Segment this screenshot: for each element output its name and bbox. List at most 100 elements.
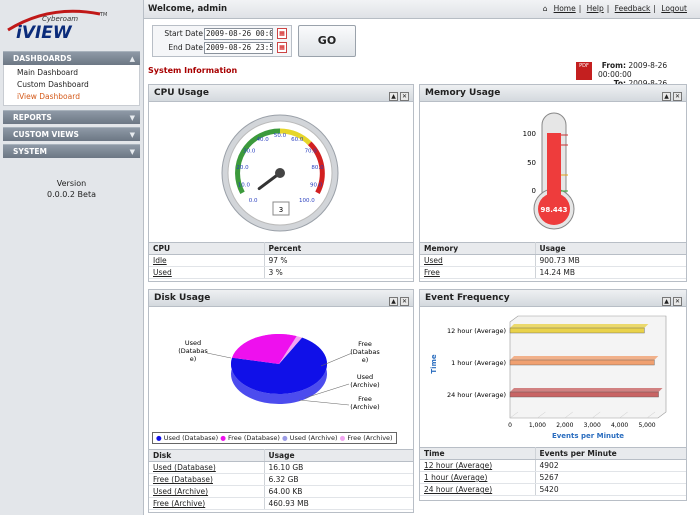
table-row: 12 hour (Average) 4902 bbox=[420, 459, 686, 472]
end-date-input[interactable]: 2009-08-26 23:59:59 bbox=[204, 42, 273, 54]
event-row-link[interactable]: 24 hour (Average) bbox=[420, 483, 536, 496]
close-icon[interactable]: ✕ bbox=[673, 92, 682, 101]
start-date-input[interactable]: 2009-08-26 00:00:00 bbox=[204, 28, 273, 40]
disk-panel: Disk Usage ▲ ✕ Used (Databas e) Free (Dat… bbox=[148, 289, 414, 513]
disk-panel-header: Disk Usage ▲ ✕ bbox=[149, 290, 413, 307]
pdf-export-icon[interactable]: PDF bbox=[576, 62, 592, 80]
pie-label: Used bbox=[357, 373, 373, 381]
go-button[interactable]: GO bbox=[298, 25, 356, 57]
sidebar-section-custom-views[interactable]: CUSTOM VIEWS ▼ bbox=[3, 127, 140, 141]
gauge-tick-label: 10.0 bbox=[238, 183, 251, 189]
table-row: Used 3 % bbox=[149, 266, 413, 279]
version-info: Version 0.0.0.2 Beta bbox=[0, 178, 143, 200]
event-bar-chart: 12 hour (Average) 1 hour (Average) 24 hour… bbox=[430, 315, 667, 440]
sidebar-item-main-dashboard[interactable]: Main Dashboard bbox=[17, 67, 139, 79]
disk-row-link[interactable]: Used (Database) bbox=[149, 461, 265, 474]
maximize-icon[interactable]: ▲ bbox=[389, 297, 398, 306]
logo[interactable]: Cyberoam iVIEW TM bbox=[0, 0, 143, 46]
legend-item: ● Used (Archive) bbox=[282, 434, 338, 442]
maximize-icon[interactable]: ▲ bbox=[662, 92, 671, 101]
event-row-link[interactable]: 1 hour (Average) bbox=[420, 471, 536, 484]
cpu-panel: CPU Usage ▲ ✕ 0.0 10.0 20.0 30.0 40.0 50.0 60.0… bbox=[148, 84, 414, 282]
memory-panel-header: Memory Usage ▲ ✕ bbox=[420, 85, 686, 102]
bar-top bbox=[510, 356, 659, 360]
pie-label: Free bbox=[358, 340, 372, 348]
table-row: Used 900.73 MB bbox=[420, 254, 686, 267]
gauge-tick-label: 70.0 bbox=[305, 149, 318, 155]
memory-panel: Memory Usage ▲ ✕ 100 50 0 98.443 Memory Us… bbox=[419, 84, 687, 282]
event-bar bbox=[509, 327, 645, 334]
disk-row-link[interactable]: Free (Archive) bbox=[149, 497, 265, 510]
top-bar: Welcome, admin ⌂ Home | Help | Feedback | Lo… bbox=[144, 0, 700, 19]
col-header: CPU bbox=[149, 242, 265, 255]
logout-link[interactable]: Logout bbox=[661, 4, 687, 13]
table-cell: 900.73 MB bbox=[535, 254, 686, 267]
table-cell: 5420 bbox=[535, 483, 686, 496]
y-tick-label: 12 hour (Average) bbox=[447, 327, 506, 335]
help-link[interactable]: Help bbox=[587, 4, 604, 13]
gauge-tick-label: 90.0 bbox=[310, 183, 323, 189]
gauge-tick-label: 80.0 bbox=[311, 165, 324, 171]
disk-row-link[interactable]: Used (Archive) bbox=[149, 485, 265, 498]
svg-text:TM: TM bbox=[99, 12, 107, 18]
table-cell: 6.32 GB bbox=[264, 473, 413, 486]
gauge-tick-label: 100.0 bbox=[299, 198, 315, 204]
feedback-link[interactable]: Feedback bbox=[615, 4, 651, 13]
home-icon[interactable]: ⌂ bbox=[543, 4, 548, 13]
table-row: Idle 97 % bbox=[149, 254, 413, 267]
table-cell: 64.00 KB bbox=[264, 485, 413, 498]
pie-label: e) bbox=[190, 355, 197, 363]
gauge-value: 3 bbox=[279, 206, 283, 214]
maximize-icon[interactable]: ▲ bbox=[662, 297, 671, 306]
close-icon[interactable]: ✕ bbox=[673, 297, 682, 306]
cpu-idle-link[interactable]: Idle bbox=[149, 254, 265, 267]
col-header: Events per Minute bbox=[535, 447, 686, 460]
pie-label: Used bbox=[185, 339, 201, 347]
sidebar-section-system[interactable]: SYSTEM ▼ bbox=[3, 144, 140, 158]
x-tick-label: 3,000 bbox=[584, 422, 601, 429]
table-cell: 97 % bbox=[264, 254, 413, 267]
cpu-table: CPU Percent Idle 97 % Used 3 % bbox=[149, 242, 413, 279]
table-cell: 3 % bbox=[264, 266, 413, 279]
sidebar-section-dashboards[interactable]: DASHBOARDS ▲ bbox=[3, 51, 140, 65]
calendar-icon[interactable]: ▦ bbox=[277, 28, 287, 39]
table-cell: 14.24 MB bbox=[535, 266, 686, 279]
sidebar: Cyberoam iVIEW TM DASHBOARDS ▲ Main Dashb… bbox=[0, 0, 144, 515]
home-link[interactable]: Home bbox=[554, 4, 576, 13]
date-filter: Start Date 2009-08-26 00:00:00 ▦ End Dat… bbox=[152, 25, 292, 57]
memory-used-link[interactable]: Used bbox=[420, 254, 536, 267]
pie-label: (Archive) bbox=[350, 381, 379, 389]
maximize-icon[interactable]: ▲ bbox=[389, 92, 398, 101]
memory-free-link[interactable]: Free bbox=[420, 266, 536, 279]
chevron-down-icon: ▼ bbox=[129, 148, 135, 156]
col-header: Usage bbox=[535, 242, 686, 255]
disk-row-link[interactable]: Free (Database) bbox=[149, 473, 265, 486]
chevron-down-icon: ▼ bbox=[129, 114, 135, 122]
bar-top bbox=[510, 388, 663, 392]
memory-table: Memory Usage Used 900.73 MB Free 14.24 MB bbox=[420, 242, 686, 279]
y-tick-label: 24 hour (Average) bbox=[447, 391, 506, 399]
cpu-used-link[interactable]: Used bbox=[149, 266, 265, 279]
sidebar-item-custom-dashboard[interactable]: Custom Dashboard bbox=[17, 79, 139, 91]
cpu-panel-title: CPU Usage bbox=[154, 88, 209, 98]
disk-pie-chart: Used (Databas e) Free (Databas e) Used (… bbox=[178, 334, 380, 411]
event-table: Time Events per Minute 12 hour (Average) 4… bbox=[420, 447, 686, 496]
table-row: Free 14.24 MB bbox=[420, 266, 686, 279]
dashboard-submenu: Main Dashboard Custom Dashboard iView Da… bbox=[3, 65, 140, 106]
cpu-gauge: 0.0 10.0 20.0 30.040.0 50.0 60.070.0 80.0 90.0 1… bbox=[221, 114, 339, 232]
thermo-tick: 0 bbox=[532, 187, 536, 195]
legend-item: ● Free (Database) bbox=[220, 434, 280, 442]
pie-legend: ● Used (Database) ● Free (Database) ● Us… bbox=[152, 432, 397, 444]
event-row-link[interactable]: 12 hour (Average) bbox=[420, 459, 536, 472]
sidebar-section-reports[interactable]: REPORTS ▼ bbox=[3, 110, 140, 124]
from-label: From: bbox=[601, 61, 626, 70]
x-tick-label: 0 bbox=[508, 422, 512, 429]
chevron-down-icon: ▼ bbox=[129, 131, 135, 139]
close-icon[interactable]: ✕ bbox=[400, 92, 409, 101]
thermo-tick: 50 bbox=[527, 159, 536, 167]
calendar-icon[interactable]: ▦ bbox=[277, 42, 287, 53]
page-title: System Information bbox=[148, 66, 238, 75]
event-bar bbox=[509, 391, 659, 398]
sidebar-item-iview-dashboard[interactable]: iView Dashboard bbox=[17, 91, 139, 103]
close-icon[interactable]: ✕ bbox=[400, 297, 409, 306]
